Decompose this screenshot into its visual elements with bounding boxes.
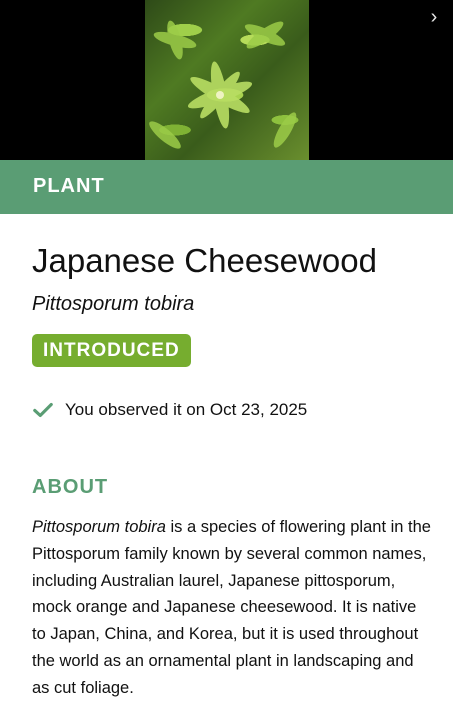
species-photo[interactable] [145, 0, 309, 160]
common-name: Japanese Cheesewood [32, 242, 377, 279]
check-icon [33, 402, 53, 418]
status-badge: INTRODUCED [32, 334, 191, 367]
about-text: Pittosporum tobira is a species of flowe… [32, 514, 432, 702]
observed-text: You observed it on Oct 23, 2025 [65, 400, 308, 419]
category-bar: PLANT [0, 160, 453, 214]
photo-carousel[interactable]: › [0, 0, 453, 160]
about-heading: ABOUT [32, 476, 109, 498]
category-label: PLANT [33, 175, 105, 197]
observed-row: You observed it on Oct 23, 2025 [32, 398, 307, 422]
about-italic-lead: Pittosporum tobira [32, 518, 166, 536]
about-body: is a species of flowering plant in the P… [32, 518, 431, 697]
scientific-name: Pittosporum tobira [32, 293, 195, 315]
chevron-right-icon[interactable]: › [423, 6, 445, 28]
leaf-rosette-illustration [149, 20, 297, 149]
